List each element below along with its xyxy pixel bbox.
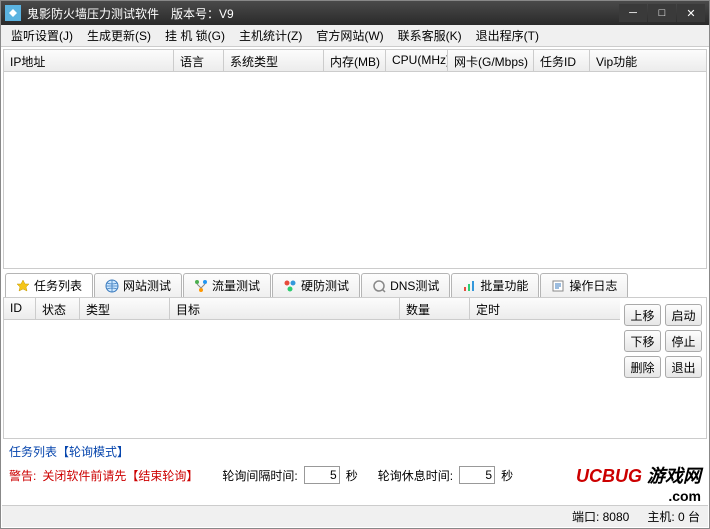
menu-generate[interactable]: 生成更新(S) (81, 25, 157, 46)
tab-traffic-test[interactable]: 流量测试 (183, 273, 271, 297)
minimize-button[interactable]: ─ (619, 4, 647, 22)
menu-lock[interactable]: 挂 机 锁(G) (159, 25, 231, 46)
globe-icon (105, 279, 119, 293)
tab-web-test[interactable]: 网站测试 (94, 273, 182, 297)
close-button[interactable]: ✕ (677, 4, 705, 22)
delete-button[interactable]: 删除 (624, 356, 661, 378)
menu-exit[interactable]: 退出程序(T) (470, 25, 545, 46)
move-up-button[interactable]: 上移 (624, 304, 661, 326)
stop-button[interactable]: 停止 (665, 330, 702, 352)
menu-bar: 监听设置(J) 生成更新(S) 挂 机 锁(G) 主机统计(Z) 官方网站(W)… (1, 25, 709, 47)
tab-label: 网站测试 (123, 277, 171, 294)
task-table-body[interactable] (4, 320, 620, 438)
tab-bar: 任务列表 网站测试 流量测试 硬防测试 DNS测试 批量功能 操作日志 (1, 271, 709, 297)
status-bar: 端口: 8080 主机: 0 台 (2, 505, 708, 527)
tab-label: 任务列表 (34, 277, 82, 294)
tab-hardguard-test[interactable]: 硬防测试 (272, 273, 360, 297)
col-type[interactable]: 类型 (80, 298, 170, 319)
col-nic[interactable]: 网卡(G/Mbps) (448, 50, 534, 71)
col-taskid[interactable]: 任务ID (534, 50, 590, 71)
col-ip[interactable]: IP地址 (4, 50, 174, 71)
tab-label: 流量测试 (212, 277, 260, 294)
hosts-table: IP地址 语言 系统类型 内存(MB) CPU(MHz) 网卡(G/Mbps) … (3, 49, 707, 269)
tab-batch[interactable]: 批量功能 (451, 273, 539, 297)
tab-dns-test[interactable]: DNS测试 (361, 273, 450, 297)
menu-listen[interactable]: 监听设置(J) (5, 25, 79, 46)
menu-stats[interactable]: 主机统计(Z) (233, 25, 308, 46)
move-down-button[interactable]: 下移 (624, 330, 661, 352)
tab-label: 批量功能 (480, 277, 528, 294)
maximize-button[interactable]: □ (648, 4, 676, 22)
start-button[interactable]: 启动 (665, 304, 702, 326)
poll-mode-title: 任务列表【轮询模式】 (1, 439, 709, 464)
status-hosts: 主机: 0 台 (647, 508, 700, 525)
interval-input[interactable] (304, 466, 340, 484)
shield-icon (283, 279, 297, 293)
col-target[interactable]: 目标 (170, 298, 400, 319)
status-port: 端口: 8080 (572, 508, 629, 525)
col-count[interactable]: 数量 (400, 298, 470, 319)
task-side-buttons: 上移 启动 下移 停止 删除 退出 (620, 298, 706, 438)
rest-label: 轮询休息时间: (378, 467, 453, 484)
hosts-table-body[interactable] (4, 72, 706, 268)
window-title: 鬼影防火墙压力测试软件 版本号：V9 (27, 5, 619, 22)
exit-button[interactable]: 退出 (665, 356, 702, 378)
window-controls: ─ □ ✕ (619, 4, 705, 22)
dns-icon (372, 279, 386, 293)
col-status[interactable]: 状态 (36, 298, 80, 319)
col-cpu[interactable]: CPU(MHz) (386, 50, 448, 71)
tab-label: 硬防测试 (301, 277, 349, 294)
task-table: ID 状态 类型 目标 数量 定时 (4, 298, 620, 438)
col-lang[interactable]: 语言 (174, 50, 224, 71)
title-bar: 鬼影防火墙压力测试软件 版本号：V9 ─ □ ✕ (1, 1, 709, 25)
col-vip[interactable]: Vip功能 (590, 50, 706, 71)
flow-icon (194, 279, 208, 293)
hosts-table-header: IP地址 语言 系统类型 内存(MB) CPU(MHz) 网卡(G/Mbps) … (4, 50, 706, 72)
app-icon (5, 5, 21, 21)
warn-text: 关闭软件前请先【结束轮询】 (42, 467, 198, 484)
poll-warning-row: 警告: 关闭软件前请先【结束轮询】 轮询间隔时间: 秒 轮询休息时间: 秒 (1, 464, 709, 486)
interval-unit: 秒 (346, 467, 358, 484)
log-icon (551, 279, 565, 293)
col-os[interactable]: 系统类型 (224, 50, 324, 71)
col-id[interactable]: ID (4, 298, 36, 319)
warn-label: 警告: (9, 467, 36, 484)
rest-input[interactable] (459, 466, 495, 484)
menu-website[interactable]: 官方网站(W) (310, 25, 389, 46)
task-panel: ID 状态 类型 目标 数量 定时 上移 启动 下移 停止 删除 退出 (3, 297, 707, 439)
interval-label: 轮询间隔时间: (222, 467, 297, 484)
menu-support[interactable]: 联系客服(K) (392, 25, 468, 46)
tab-label: DNS测试 (390, 277, 439, 294)
tab-log[interactable]: 操作日志 (540, 273, 628, 297)
col-timer[interactable]: 定时 (470, 298, 620, 319)
bars-icon (462, 279, 476, 293)
col-mem[interactable]: 内存(MB) (324, 50, 386, 71)
tab-label: 操作日志 (569, 277, 617, 294)
tab-task-list[interactable]: 任务列表 (5, 273, 93, 297)
watermark-sub: .com (576, 488, 701, 504)
rest-unit: 秒 (501, 467, 513, 484)
task-table-header: ID 状态 类型 目标 数量 定时 (4, 298, 620, 320)
star-icon (16, 279, 30, 293)
